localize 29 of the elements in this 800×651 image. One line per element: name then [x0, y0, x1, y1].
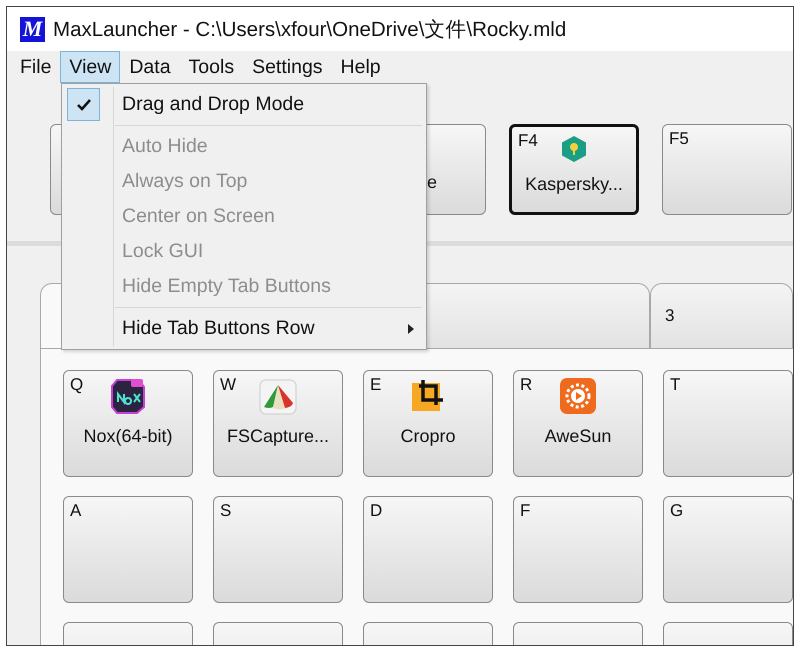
launcher-button[interactable]: E Cropro	[363, 370, 493, 477]
crop-icon	[410, 377, 446, 413]
window-title: MaxLauncher - C:\Users\xfour\OneDrive\文件\Rocky.mld	[53, 17, 566, 43]
tab[interactable]: 3	[650, 283, 793, 348]
menu-item[interactable]: Drag and Drop Mode	[62, 87, 426, 122]
launcher-button[interactable]: F	[513, 496, 643, 603]
launcher-button[interactable]: Q Nox(64-bit)	[63, 370, 193, 477]
hexagon-key-icon	[561, 135, 587, 163]
menu-bar-item[interactable]: Help	[332, 51, 390, 83]
menu-bar-item[interactable]: File	[11, 51, 60, 83]
launcher-button[interactable]: D	[363, 496, 493, 603]
launcher-button[interactable]: R AweSun	[513, 370, 643, 477]
launcher-button[interactable]: S	[213, 496, 343, 603]
launcher-button[interactable]: F5	[662, 124, 792, 215]
fan-icon	[259, 377, 297, 415]
submenu-arrow-icon	[408, 324, 414, 334]
launcher-button[interactable]: G	[663, 496, 793, 603]
launcher-button[interactable]: W FSCapture...	[213, 370, 343, 477]
menu-item[interactable]: Hide Tab Buttons Row	[62, 311, 426, 346]
menu-bar-item[interactable]: Data	[120, 51, 180, 83]
launcher-button[interactable]: T	[663, 370, 793, 477]
sun-icon	[559, 377, 597, 415]
menu-bar-item[interactable]: Tools	[180, 51, 244, 83]
app-logo-icon	[109, 377, 147, 415]
menu-bar-item[interactable]: Settings	[243, 51, 332, 83]
app-icon: M	[20, 16, 45, 42]
launcher-button[interactable]: F4 Kaspersky...	[509, 124, 639, 215]
menu-bar-item[interactable]: View	[60, 51, 120, 83]
launcher-button[interactable]: A	[63, 496, 193, 603]
